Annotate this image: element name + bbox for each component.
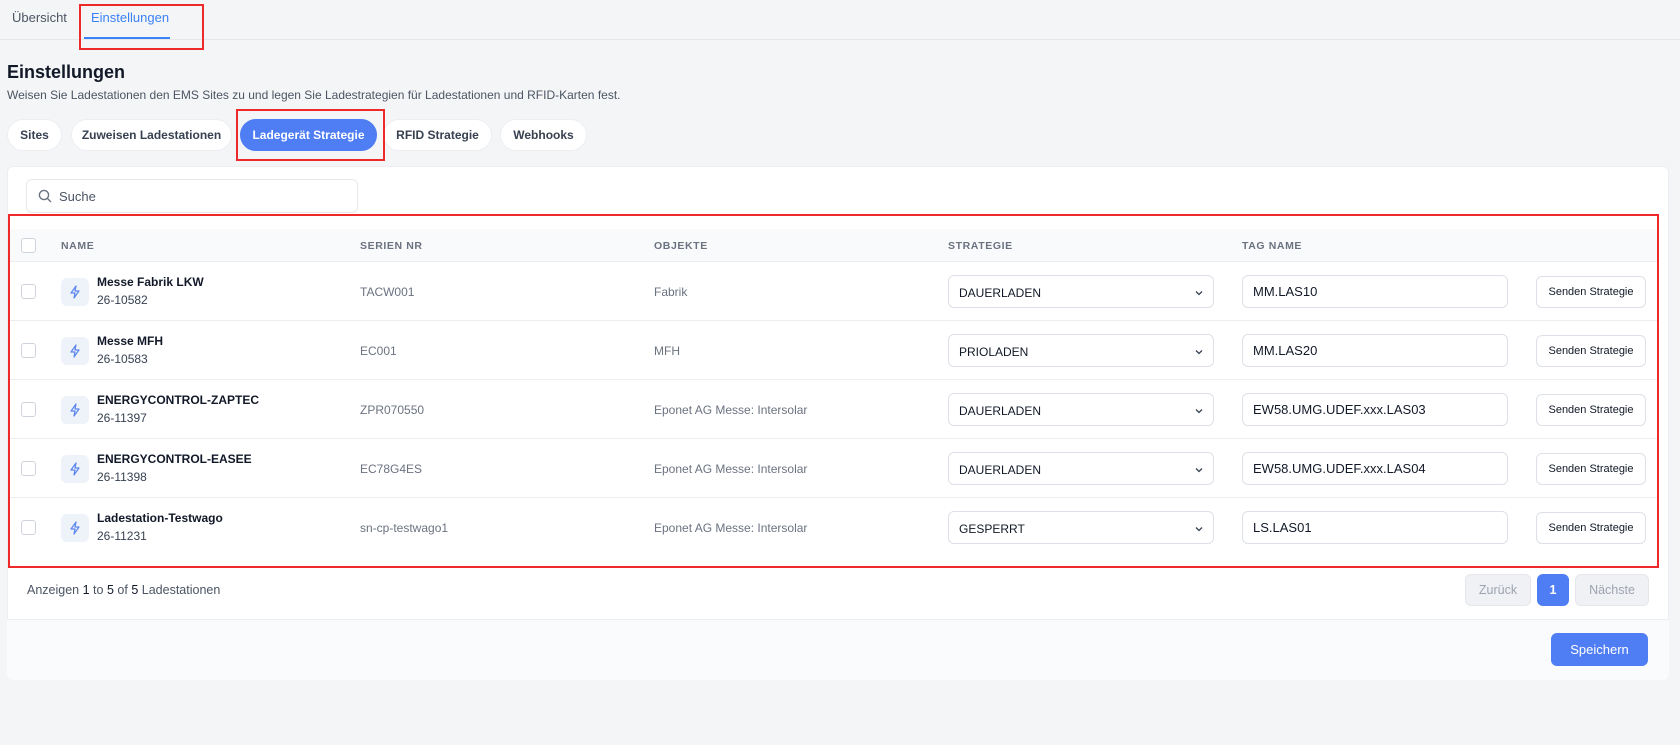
strategy-select[interactable]: PRIOLADEN [948, 334, 1214, 367]
object-name: Eponet AG Messe: Intersolar [654, 521, 808, 535]
search-icon [38, 189, 52, 203]
select-all-checkbox[interactable] [21, 238, 36, 253]
search-box[interactable] [26, 179, 358, 213]
strategy-select[interactable]: DAUERLADEN [948, 393, 1214, 426]
send-strategy-button[interactable]: Senden Strategie [1536, 335, 1646, 367]
top-tab-bar: Übersicht Einstellungen [0, 0, 1680, 40]
lightning-icon [61, 278, 89, 306]
tag-name-field[interactable] [1242, 334, 1508, 367]
subtab-ladegeraet-strategie[interactable]: Ladegerät Strategie [240, 119, 377, 151]
table-row: Messe MFH 26-10583 EC001 MFH PRIOLADEN S… [10, 321, 1658, 380]
pagination-prev-button[interactable]: Zurück [1465, 574, 1531, 606]
tab-einstellungen[interactable]: Einstellungen [91, 10, 169, 25]
station-name: Messe Fabrik LKW [97, 275, 204, 289]
tag-name-field[interactable] [1242, 393, 1508, 426]
strategy-value: DAUERLADEN [959, 286, 1042, 300]
object-name: Eponet AG Messe: Intersolar [654, 403, 808, 417]
chevron-down-icon [1195, 527, 1203, 532]
table-row: ENERGYCONTROL-EASEE 26-11398 EC78G4ES Ep… [10, 439, 1658, 498]
strategy-select[interactable]: DAUERLADEN [948, 452, 1214, 485]
pagination-from: 1 [82, 583, 90, 597]
column-header-tag-name: TAG NAME [1242, 240, 1303, 252]
tab-uebersicht[interactable]: Übersicht [12, 10, 67, 25]
lightning-icon [61, 514, 89, 542]
station-code: 26-10583 [97, 352, 148, 366]
page-title: Einstellungen [7, 62, 126, 82]
tag-name-input[interactable] [1253, 394, 1499, 425]
object-name: MFH [654, 344, 680, 358]
save-button[interactable]: Speichern [1551, 633, 1648, 666]
lightning-icon [61, 396, 89, 424]
station-name: Messe MFH [97, 334, 164, 348]
pagination-page-button[interactable]: 1 [1537, 574, 1569, 606]
table-row: Ladestation-Testwago 26-11231 sn-cp-test… [10, 498, 1658, 557]
send-strategy-button[interactable]: Senden Strategie [1536, 394, 1646, 426]
object-name: Eponet AG Messe: Intersolar [654, 462, 808, 476]
serial-number: EC78G4ES [360, 462, 423, 476]
row-checkbox[interactable] [21, 520, 36, 535]
station-name: ENERGYCONTROL-ZAPTEC [97, 393, 259, 407]
active-tab-indicator [84, 37, 170, 39]
tag-name-field[interactable] [1242, 275, 1508, 308]
station-code: 26-11231 [97, 529, 147, 543]
station-code: 26-10582 [97, 293, 148, 307]
row-checkbox[interactable] [21, 343, 36, 358]
row-checkbox[interactable] [21, 284, 36, 299]
tag-name-input[interactable] [1253, 276, 1499, 307]
tag-name-input[interactable] [1253, 512, 1499, 543]
lightning-icon [61, 337, 89, 365]
strategy-select[interactable]: DAUERLADEN [948, 275, 1214, 308]
pagination-total: 5 [131, 583, 139, 597]
strategy-value: DAUERLADEN [959, 463, 1042, 477]
pagination-next-button[interactable]: Nächste [1575, 574, 1649, 606]
serial-number: EC001 [360, 344, 397, 358]
strategy-select[interactable]: GESPERRT [948, 511, 1214, 544]
pagination-to: 5 [106, 583, 114, 597]
serial-number: sn-cp-testwago1 [360, 521, 449, 535]
chevron-down-icon [1195, 350, 1203, 355]
table-row: ENERGYCONTROL-ZAPTEC 26-11397 ZPR070550 … [10, 380, 1658, 439]
table-header: NAME SERIEN NR OBJEKTE STRATEGIE TAG NAM… [10, 229, 1658, 262]
serial-number: ZPR070550 [360, 403, 425, 417]
pagination-of-word: of [117, 583, 128, 597]
column-header-name: NAME [61, 240, 95, 252]
row-checkbox[interactable] [21, 402, 36, 417]
chevron-down-icon [1195, 291, 1203, 296]
station-code: 26-11397 [97, 411, 147, 425]
tag-name-field[interactable] [1242, 452, 1508, 485]
table-row: Messe Fabrik LKW 26-10582 TACW001 Fabrik… [10, 262, 1658, 321]
search-input[interactable] [59, 180, 349, 212]
strategy-value: PRIOLADEN [959, 345, 1029, 359]
object-name: Fabrik [654, 285, 688, 299]
page-subtitle: Weisen Sie Ladestationen den EMS Sites z… [7, 88, 621, 102]
lightning-icon [61, 455, 89, 483]
send-strategy-button[interactable]: Senden Strategie [1536, 276, 1646, 308]
column-header-objects: OBJEKTE [654, 240, 708, 252]
row-checkbox[interactable] [21, 461, 36, 476]
subtab-zuweisen-ladestationen[interactable]: Zuweisen Ladestationen [71, 119, 232, 151]
strategy-value: DAUERLADEN [959, 404, 1042, 418]
pagination-suffix: Ladestationen [141, 583, 221, 597]
chevron-down-icon [1195, 409, 1203, 414]
column-header-serial: SERIEN NR [360, 240, 423, 252]
serial-number: TACW001 [360, 285, 415, 299]
send-strategy-button[interactable]: Senden Strategie [1536, 453, 1646, 485]
pagination-prefix: Anzeigen [27, 583, 80, 597]
tag-name-field[interactable] [1242, 511, 1508, 544]
pagination-summary: Anzeigen 1 to 5 of 5 Ladestationen [27, 583, 220, 597]
station-name: ENERGYCONTROL-EASEE [97, 452, 252, 466]
strategy-value: GESPERRT [959, 522, 1025, 536]
tag-name-input[interactable] [1253, 453, 1499, 484]
pagination-to-word: to [93, 583, 104, 597]
column-header-strategy: STRATEGIE [948, 240, 1013, 252]
subtab-sites[interactable]: Sites [7, 119, 62, 151]
send-strategy-button[interactable]: Senden Strategie [1536, 512, 1646, 544]
station-name: Ladestation-Testwago [97, 511, 223, 525]
subtab-webhooks[interactable]: Webhooks [500, 119, 587, 151]
card-footer [7, 619, 1669, 680]
chevron-down-icon [1195, 468, 1203, 473]
tag-name-input[interactable] [1253, 335, 1499, 366]
subtab-rfid-strategie[interactable]: RFID Strategie [383, 119, 492, 151]
station-code: 26-11398 [97, 470, 147, 484]
